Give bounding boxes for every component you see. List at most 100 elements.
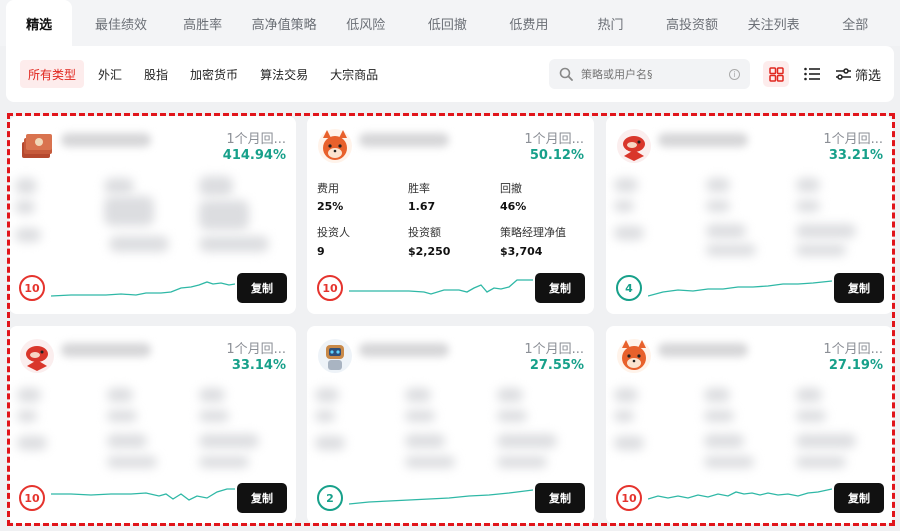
blurred-metric [199, 236, 269, 252]
roi-value: 27.55% [529, 358, 584, 373]
metric-value-investors: 9 [317, 245, 325, 258]
strategy-card[interactable]: 1个月回... 33.14% 10 复制 [9, 326, 296, 524]
copy-button[interactable]: 复制 [237, 483, 287, 513]
blurred-metric [199, 176, 233, 196]
blurred-metric [199, 410, 229, 422]
tab-all[interactable]: 全部 [818, 0, 892, 46]
performance-sparkline [349, 279, 533, 295]
blurred-metric [796, 388, 822, 402]
blurred-metric [497, 434, 557, 448]
blurred-metric [199, 456, 249, 468]
copy-button[interactable]: 复制 [237, 273, 287, 303]
blurred-metric [315, 388, 339, 402]
metric-label-win-rate: 胜率 [408, 182, 430, 195]
strategy-card[interactable]: 1个月回... 27.19% 10 复制 [606, 326, 893, 524]
risk-score-badge: 10 [317, 275, 343, 301]
blurred-metric [104, 196, 154, 226]
strategy-card[interactable]: 1个月回... 27.55% 2 复制 [307, 326, 594, 524]
risk-score-badge: 10 [19, 485, 45, 511]
blurred-metric [405, 410, 435, 422]
trader-name-blurred [658, 343, 748, 357]
info-icon[interactable]: i [729, 68, 740, 80]
performance-sparkline [349, 489, 533, 505]
trader-name-blurred [359, 343, 449, 357]
blurred-metric [104, 178, 134, 194]
type-commodities[interactable]: 大宗商品 [322, 60, 386, 88]
strategy-card[interactable]: 1个月回... 50.12% 费用 25% 胜率 1.67 回撤 46% 投资人… [307, 116, 594, 314]
type-indices[interactable]: 股指 [136, 60, 176, 88]
money-stack-icon [19, 128, 55, 164]
blurred-metric [405, 388, 431, 402]
filter-label: 筛选 [855, 68, 882, 84]
blurred-metric [17, 436, 47, 450]
shiba-dog-icon [317, 128, 353, 164]
blurred-metric [17, 388, 41, 402]
grid-icon [768, 66, 784, 82]
blurred-metric [497, 388, 523, 402]
blurred-metric [796, 244, 846, 256]
blurred-metric [315, 436, 345, 450]
metric-value-drawdown: 46% [500, 200, 527, 213]
return-period-label: 1个月回... [226, 342, 286, 357]
filter-sliders-icon [836, 68, 851, 80]
type-forex[interactable]: 外汇 [90, 60, 130, 88]
blurred-metric [614, 200, 634, 212]
blurred-metric [199, 200, 249, 230]
type-crypto[interactable]: 加密货币 [182, 60, 246, 88]
blurred-metric [706, 200, 730, 212]
tab-high-win-rate[interactable]: 高胜率 [166, 0, 240, 46]
tab-popular[interactable]: 热门 [574, 0, 648, 46]
search-input[interactable] [581, 67, 721, 81]
tab-best-performance[interactable]: 最佳绩效 [84, 0, 158, 46]
strategy-card[interactable]: 1个月回... 414.94% 10 复制 [9, 116, 296, 314]
blurred-metric [614, 410, 634, 422]
risk-score-badge: 4 [616, 275, 642, 301]
strategy-card[interactable]: 1个月回... 33.21% 4 复制 [606, 116, 893, 314]
type-algo[interactable]: 算法交易 [252, 60, 316, 88]
blurred-metric [107, 410, 137, 422]
copy-button[interactable]: 复制 [834, 273, 884, 303]
robot-icon [317, 338, 353, 374]
risk-score-badge: 2 [317, 485, 343, 511]
tab-featured[interactable]: 精选 [6, 0, 73, 46]
return-period-label: 1个月回... [524, 342, 584, 357]
metric-value-win-rate: 1.67 [408, 200, 436, 213]
blurred-metric [497, 410, 527, 422]
blurred-metric [796, 434, 856, 448]
performance-sparkline [51, 488, 235, 501]
risk-score-badge: 10 [616, 485, 642, 511]
return-period-label: 1个月回... [524, 132, 584, 147]
blurred-metric [796, 456, 846, 468]
tab-low-drawdown[interactable]: 低回撤 [411, 0, 485, 46]
filter-button[interactable]: 筛选 [836, 61, 881, 87]
tab-low-risk[interactable]: 低风险 [329, 0, 403, 46]
copy-button[interactable]: 复制 [535, 273, 585, 303]
metric-value-investment: $2,250 [408, 245, 451, 258]
blurred-metric [704, 434, 744, 448]
copy-button[interactable]: 复制 [834, 483, 884, 513]
blurred-metric [704, 456, 754, 468]
list-view-button[interactable] [799, 61, 825, 87]
roi-value: 50.12% [529, 148, 584, 163]
grid-view-button[interactable] [763, 61, 789, 87]
filter-bar: 所有类型 外汇 股指 加密货币 算法交易 大宗商品 i 筛选 [6, 46, 894, 102]
return-period-label: 1个月回... [823, 132, 883, 147]
blurred-metric [109, 236, 169, 252]
copy-button[interactable]: 复制 [535, 483, 585, 513]
blurred-metric [15, 200, 35, 214]
performance-sparkline [51, 281, 235, 297]
blurred-metric [15, 228, 41, 242]
tab-watchlist[interactable]: 关注列表 [737, 0, 811, 46]
search-box: i [549, 59, 750, 89]
strategy-tabs: 精选 最佳绩效 高胜率 高净值策略 低风险 低回撤 低费用 热门 高投资额 关注… [0, 0, 900, 46]
tab-high-net-value[interactable]: 高净值策略 [247, 0, 321, 46]
metric-label-drawdown: 回撤 [500, 182, 522, 195]
tab-low-fee[interactable]: 低费用 [492, 0, 566, 46]
blurred-metric [107, 456, 157, 468]
tab-high-investment[interactable]: 高投资额 [655, 0, 729, 46]
blurred-metric [706, 178, 730, 192]
blurred-metric [796, 200, 820, 212]
type-all[interactable]: 所有类型 [20, 60, 85, 88]
trader-name-blurred [61, 343, 151, 357]
blurred-metric [704, 410, 734, 422]
